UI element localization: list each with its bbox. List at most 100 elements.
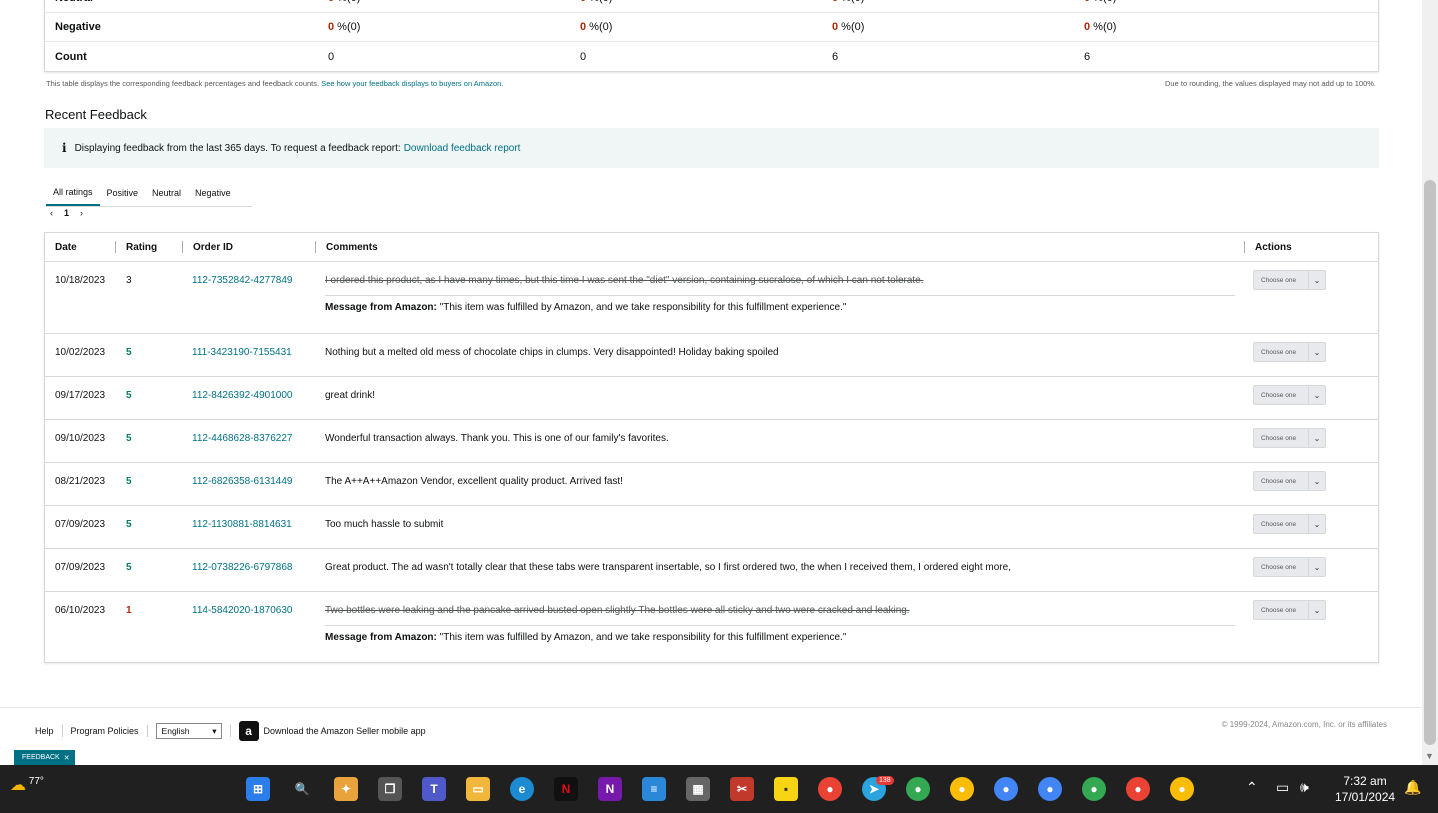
summary-cell: 0 %(0) bbox=[1084, 21, 1117, 33]
tab-positive[interactable]: Positive bbox=[100, 180, 146, 206]
teams-icon[interactable]: T bbox=[422, 777, 446, 801]
amazon-message-label: Message from Amazon: bbox=[325, 302, 437, 313]
onenote-icon[interactable]: N bbox=[598, 777, 622, 801]
notepad-icon[interactable]: ≡ bbox=[642, 777, 666, 801]
netflix-icon[interactable]: N bbox=[554, 777, 578, 801]
search-icon[interactable]: 🔍 bbox=[290, 777, 314, 801]
file-explorer-icon[interactable]: ▭ bbox=[466, 777, 490, 801]
buyer-view-link[interactable]: See how your feedback displays to buyers… bbox=[321, 79, 503, 88]
chrome-profile-icon[interactable]: ● bbox=[1126, 777, 1150, 801]
order-id-link[interactable]: 112-6826358-6131449 bbox=[192, 476, 292, 487]
action-select[interactable]: Choose one ⌄ bbox=[1253, 428, 1326, 448]
notification-icon[interactable]: 🔔 bbox=[1404, 779, 1421, 796]
action-select-label: Choose one bbox=[1261, 520, 1297, 528]
feedback-date: 10/02/2023 bbox=[55, 347, 106, 358]
summary-note: This table displays the corresponding fe… bbox=[46, 79, 503, 88]
copilot-icon[interactable]: ✦ bbox=[334, 777, 358, 801]
scroll-down-icon[interactable]: ▼ bbox=[1425, 751, 1434, 761]
order-id-link[interactable]: 112-0738226-6797868 bbox=[192, 562, 292, 573]
chrome-profile-icon[interactable]: ● bbox=[994, 777, 1018, 801]
table-row: 07/09/2023 5 112-1130881-8814631 Too much h… bbox=[45, 506, 1378, 549]
close-icon[interactable]: ✕ bbox=[64, 754, 70, 762]
page-number[interactable]: 1 bbox=[64, 208, 69, 218]
scrollbar-thumb[interactable] bbox=[1424, 180, 1436, 745]
table-row: 06/10/2023 1 114-5842020-1870630 Two bottle… bbox=[45, 592, 1378, 664]
feedback-button-label: FEEDBACK bbox=[22, 754, 60, 761]
summary-row-label: Count bbox=[55, 50, 87, 63]
chrome-profile-icon[interactable]: ● bbox=[906, 777, 930, 801]
chevron-down-icon: ⌄ bbox=[1308, 343, 1325, 361]
action-select[interactable]: Choose one ⌄ bbox=[1253, 270, 1326, 290]
action-select[interactable]: Choose one ⌄ bbox=[1253, 557, 1326, 577]
edge-icon[interactable]: e bbox=[510, 777, 534, 801]
summary-cell: 6 bbox=[832, 50, 839, 63]
feedback-rating: 5 bbox=[126, 347, 132, 358]
chrome-profile-icon[interactable]: ● bbox=[1038, 777, 1062, 801]
order-id-link[interactable]: 112-4468628-8376227 bbox=[192, 433, 292, 444]
table-row: 09/17/2023 5 112-8426392-4901000 great drin… bbox=[45, 377, 1378, 420]
tab-neutral[interactable]: Neutral bbox=[145, 180, 188, 206]
tab-all-ratings[interactable]: All ratings bbox=[46, 180, 100, 206]
language-select[interactable]: English ▾ bbox=[155, 723, 222, 739]
header-comments[interactable]: Comments bbox=[326, 242, 378, 253]
chrome-profile-icon[interactable]: ● bbox=[1082, 777, 1106, 801]
order-id-link[interactable]: 114-5842020-1870630 bbox=[192, 605, 292, 616]
column-divider bbox=[1244, 241, 1245, 253]
start-icon[interactable]: ⊞ bbox=[246, 777, 270, 801]
summary-cell: 0 %(0) bbox=[328, 21, 361, 33]
feedback-comment: Too much hassle to submit bbox=[325, 519, 444, 530]
feedback-rating: 3 bbox=[126, 275, 132, 286]
prev-page-icon[interactable]: ‹ bbox=[50, 208, 53, 218]
action-select[interactable]: Choose one ⌄ bbox=[1253, 514, 1326, 534]
feedback-button[interactable]: FEEDBACK ✕ bbox=[14, 750, 75, 765]
action-select-label: Choose one bbox=[1261, 606, 1297, 614]
summary-row: Neutral0 %(0)0 %(0)0 %(0)0 %(0) bbox=[45, 0, 1378, 13]
snipping-tool-icon[interactable]: ✂ bbox=[730, 777, 754, 801]
summary-cell: 0 %(0) bbox=[832, 21, 865, 33]
copyright: © 1999-2024, Amazon.com, Inc. or its aff… bbox=[1221, 720, 1387, 729]
action-select-label: Choose one bbox=[1261, 477, 1297, 485]
network-icon[interactable]: ▭ bbox=[1276, 779, 1289, 796]
weather-widget[interactable]: ☁ 77° bbox=[10, 775, 44, 795]
header-order-id[interactable]: Order ID bbox=[193, 242, 233, 253]
action-select[interactable]: Choose one ⌄ bbox=[1253, 385, 1326, 405]
summary-cell: 0 %(0) bbox=[328, 0, 580, 4]
download-report-link[interactable]: Download feedback report bbox=[404, 143, 521, 154]
calculator-icon[interactable]: ▦ bbox=[686, 777, 710, 801]
summary-row: Count 0 0 6 6 bbox=[45, 42, 1378, 71]
summary-row: Negative 0 %(0) 0 %(0) 0 %(0) 0 %(0) bbox=[45, 13, 1378, 42]
amazon-message-text: "This item was fulfilled by Amazon, and … bbox=[439, 632, 847, 643]
header-rating[interactable]: Rating bbox=[126, 242, 157, 253]
volume-icon[interactable]: 🕪 bbox=[1300, 779, 1309, 796]
chevron-down-icon: ⌄ bbox=[1308, 386, 1325, 404]
next-page-icon[interactable]: › bbox=[80, 208, 83, 218]
order-id-link[interactable]: 112-7352842-4277849 bbox=[192, 275, 292, 286]
amazon-app-icon: a bbox=[238, 721, 259, 741]
sticky-notes-icon[interactable]: ▪ bbox=[774, 777, 798, 801]
header-date[interactable]: Date bbox=[55, 242, 77, 253]
page-scrollbar[interactable]: ▼ bbox=[1422, 0, 1438, 765]
order-id-link[interactable]: 112-8426392-4901000 bbox=[192, 390, 292, 401]
info-text: Displaying feedback from the last 365 da… bbox=[74, 142, 401, 154]
action-select[interactable]: Choose one ⌄ bbox=[1253, 342, 1326, 362]
chrome-profile-icon[interactable]: ● bbox=[1170, 777, 1194, 801]
table-row: 08/21/2023 5 112-6826358-6131449 The A++A++… bbox=[45, 463, 1378, 506]
feedback-date: 07/09/2023 bbox=[55, 562, 106, 573]
action-select-label: Choose one bbox=[1261, 276, 1297, 284]
tab-negative[interactable]: Negative bbox=[188, 180, 238, 206]
action-select-label: Choose one bbox=[1261, 348, 1297, 356]
feedback-date: 07/09/2023 bbox=[55, 519, 106, 530]
help-link[interactable]: Help bbox=[35, 726, 54, 736]
feedback-date: 08/21/2023 bbox=[55, 476, 106, 487]
action-select[interactable]: Choose one ⌄ bbox=[1253, 471, 1326, 491]
chrome-icon[interactable]: ● bbox=[818, 777, 842, 801]
order-id-link[interactable]: 111-3423190-7155431 bbox=[192, 347, 292, 358]
action-select[interactable]: Choose one ⌄ bbox=[1253, 600, 1326, 620]
mobile-app-link[interactable]: Download the Amazon Seller mobile app bbox=[264, 726, 426, 736]
chevron-up-icon[interactable]: ⌃ bbox=[1246, 779, 1258, 796]
task-view-icon[interactable]: ❐ bbox=[378, 777, 402, 801]
clock[interactable]: 7:32 am 17/01/2024 bbox=[1335, 773, 1395, 805]
program-policies-link[interactable]: Program Policies bbox=[71, 726, 139, 736]
chrome-profile-icon[interactable]: ● bbox=[950, 777, 974, 801]
order-id-link[interactable]: 112-1130881-8814631 bbox=[192, 519, 292, 530]
